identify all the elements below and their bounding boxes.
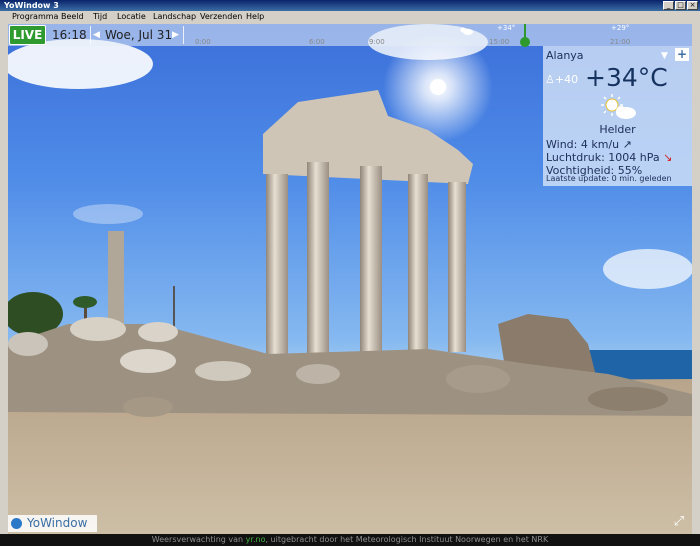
next-day-icon[interactable]: ▶ [172, 30, 179, 40]
title-bar: YoWindow 3 _ □ × [0, 0, 700, 11]
pressure-label: Luchtdruk: [546, 151, 605, 164]
yowindow-logo-icon [11, 518, 22, 529]
timeline-cursor-knob[interactable] [520, 37, 530, 47]
window-controls: _ □ × [663, 1, 698, 10]
logo-text: YoWindow [27, 516, 88, 530]
fullscreen-icon[interactable]: ⤢ [671, 514, 687, 530]
pressure-value: 1004 hPa [608, 151, 660, 164]
timeline-tick: 6:00 [309, 38, 325, 46]
weather-condition: Helder [599, 123, 636, 136]
pressure-trend-icon: ↘ [663, 151, 673, 164]
menu-beeld[interactable]: Beeld [61, 11, 84, 23]
sun-cloud-icon [601, 94, 636, 119]
menu-help[interactable]: Help [246, 11, 264, 23]
minimize-button[interactable]: _ [663, 1, 674, 10]
divider [183, 26, 184, 44]
previous-day-icon[interactable]: ◀ [93, 30, 100, 40]
yowindow-logo[interactable]: YoWindow [8, 515, 97, 532]
pressure-row: Luchtdruk: 1004 hPa ↘ [546, 151, 672, 164]
timeline-tick: 15:00 [489, 38, 510, 46]
menu-verzenden[interactable]: Verzenden [200, 11, 242, 23]
landscape-view[interactable]: LIVE 16:18 ◀ Woe, Jul 31 ▶ 0:00 6:00 9:0… [8, 24, 692, 534]
current-temperature: +34°C [585, 63, 668, 92]
status-prefix: Weersverwachting van [151, 535, 246, 544]
feels-like-value: +40 [554, 73, 579, 86]
menu-bar: Programma Beeld Tijd Locatie Landschap V… [0, 11, 700, 23]
app-window: YoWindow 3 _ □ × Programma Beeld Tijd Lo… [0, 0, 700, 546]
menu-landschap[interactable]: Landschap [153, 11, 196, 23]
feels-like-temperature: ♙+40 [545, 73, 578, 86]
timeline-tick: 21:00 [610, 38, 631, 46]
status-suffix: , uitgebracht door het Meteorologisch In… [265, 535, 549, 544]
last-update: Laatste update: 0 min. geleden [546, 174, 672, 183]
timeline-tick: 0:00 [195, 38, 211, 46]
source-link[interactable]: yr.no [246, 535, 266, 544]
add-location-button[interactable]: + [675, 48, 689, 61]
timeline-tick: 9:00 [369, 38, 385, 46]
window-title: YoWindow 3 [4, 1, 59, 10]
temperature-marker: +34° [497, 24, 516, 32]
live-button[interactable]: LIVE [9, 25, 46, 45]
wind-direction-icon: ↗ [622, 138, 632, 151]
menu-locatie[interactable]: Locatie [117, 11, 146, 23]
chevron-down-icon[interactable]: ▼ [661, 51, 668, 61]
status-bar: Weersverwachting van yr.no, uitgebracht … [0, 534, 700, 546]
timeline-bar[interactable]: LIVE 16:18 ◀ Woe, Jul 31 ▶ 0:00 6:00 9:0… [8, 24, 692, 47]
wind-label: Wind: [546, 138, 578, 151]
cloud-icon [460, 27, 473, 35]
current-time: 16:18 [52, 28, 87, 42]
temperature-marker: +29° [611, 24, 630, 32]
close-button[interactable]: × [687, 1, 698, 10]
person-icon: ♙ [545, 73, 555, 86]
wind-value: 4 km/u [580, 138, 620, 151]
weather-panel: Alanya ▼ + ♙+40 +34°C Helder Wind: 4 km/… [543, 46, 692, 186]
update-label: Laatste update: [546, 174, 610, 183]
divider [90, 26, 91, 44]
menu-programma[interactable]: Programma [12, 11, 58, 23]
wind-row: Wind: 4 km/u ↗ [546, 138, 632, 151]
menu-tijd[interactable]: Tijd [93, 11, 107, 23]
update-value: 0 min. geleden [611, 174, 672, 183]
maximize-button[interactable]: □ [675, 1, 686, 10]
location-name[interactable]: Alanya [546, 49, 584, 62]
current-date: Woe, Jul 31 [105, 28, 173, 42]
